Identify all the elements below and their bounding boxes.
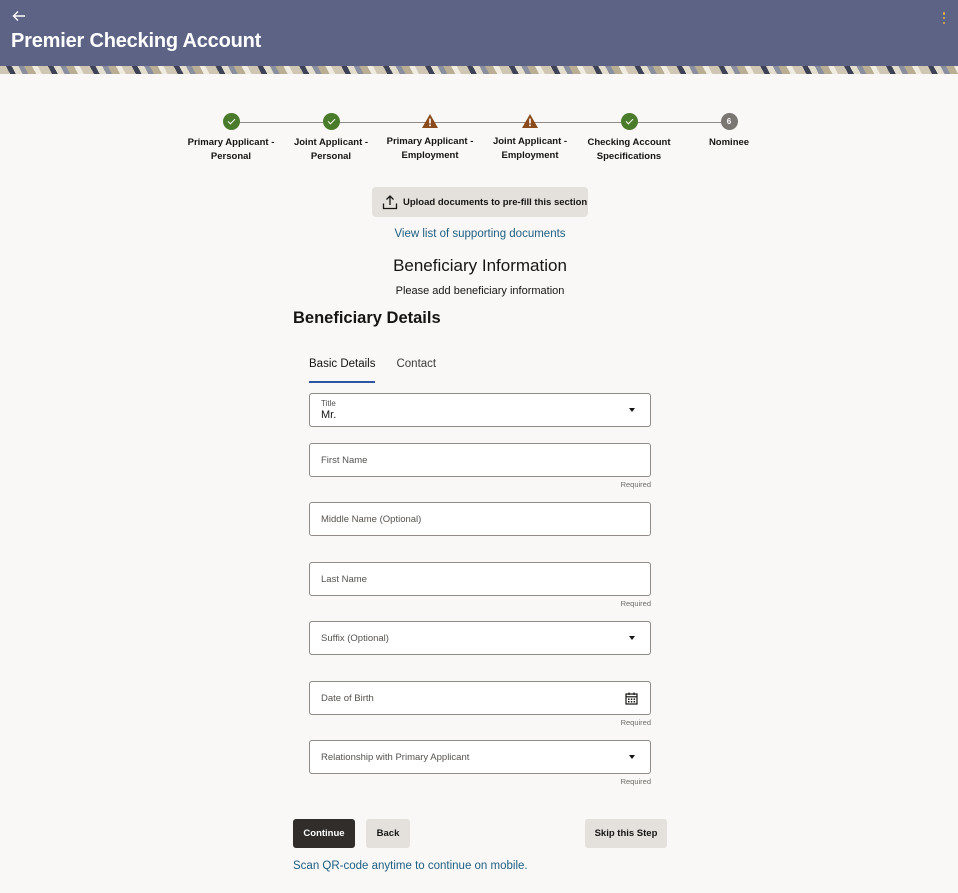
qr-code-link[interactable]: Scan QR-code anytime to continue on mobi… [293,860,528,872]
page-title: Premier Checking Account [11,30,262,52]
middle-name-field[interactable]: Middle Name (Optional) [309,502,651,536]
chevron-down-icon [629,408,635,412]
date-of-birth-placeholder: Date of Birth [321,693,374,704]
chevron-down-icon [629,636,635,640]
warning-icon [521,113,539,129]
title-value: Mr. [321,409,337,421]
step-label: Primary Applicant - Personal [187,137,275,162]
decorative-banner [0,66,958,74]
step-label: Joint Applicant - Personal [293,137,369,162]
check-circle-icon [222,113,240,130]
suffix-select[interactable]: Suffix (Optional) [309,621,651,655]
first-name-field[interactable]: First Name [309,443,651,477]
back-button[interactable]: Back [366,819,410,848]
relationship-placeholder: Relationship with Primary Applicant [321,752,470,763]
first-name-required: Required [620,480,651,489]
warning-icon [421,113,439,129]
relationship-select[interactable]: Relationship with Primary Applicant [309,740,651,774]
calendar-icon[interactable] [625,692,638,705]
title-select[interactable]: Title Mr. [309,393,651,427]
step-label: Primary Applicant - Employment [386,136,474,161]
check-circle-icon [620,113,638,130]
tab-bar: Basic Details Contact [309,358,457,383]
section-title: Beneficiary Information [393,256,567,275]
step-label: Nominee [708,137,750,148]
step-label: Checking Account Specifications [587,137,671,162]
check-circle-icon [322,113,340,130]
upload-button-label: Upload documents to pre-fill this sectio… [403,196,588,208]
date-of-birth-field[interactable]: Date of Birth [309,681,651,715]
first-name-placeholder: First Name [321,455,368,466]
kebab-menu-icon[interactable] [940,10,948,26]
step-primary-personal[interactable]: Primary Applicant - Personal [181,113,281,164]
progress-stepper: Primary Applicant - Personal Joint Appli… [180,113,780,173]
supporting-documents-link[interactable]: View list of supporting documents [300,228,660,240]
last-name-field[interactable]: Last Name [309,562,651,596]
tab-basic-details[interactable]: Basic Details [309,358,376,383]
relationship-required: Required [620,777,651,786]
step-number-badge: 6 [720,113,738,130]
last-name-required: Required [620,599,651,608]
section-subtitle: Please add beneficiary information [395,285,565,297]
continue-button[interactable]: Continue [293,819,355,848]
suffix-placeholder: Suffix (Optional) [321,633,389,644]
step-account-specifications[interactable]: Checking Account Specifications [579,113,679,164]
step-label: Joint Applicant - Employment [492,136,568,161]
arrow-left-icon[interactable] [12,8,34,28]
step-nominee[interactable]: 6 Nominee [679,113,779,150]
beneficiary-details-heading: Beneficiary Details [293,309,441,327]
date-of-birth-required: Required [620,718,651,727]
middle-name-placeholder: Middle Name (Optional) [321,514,422,525]
step-primary-employment[interactable]: Primary Applicant - Employment [380,113,480,163]
last-name-placeholder: Last Name [321,574,367,585]
tab-contact[interactable]: Contact [396,358,436,383]
upload-documents-button[interactable]: Upload documents to pre-fill this sectio… [372,187,588,217]
chevron-down-icon [629,755,635,759]
title-label: Title [321,399,336,408]
step-joint-employment[interactable]: Joint Applicant - Employment [480,113,580,163]
step-joint-personal[interactable]: Joint Applicant - Personal [281,113,381,164]
upload-icon [382,195,398,210]
skip-step-button[interactable]: Skip this Step [585,819,667,848]
app-header: Premier Checking Account [0,0,958,66]
